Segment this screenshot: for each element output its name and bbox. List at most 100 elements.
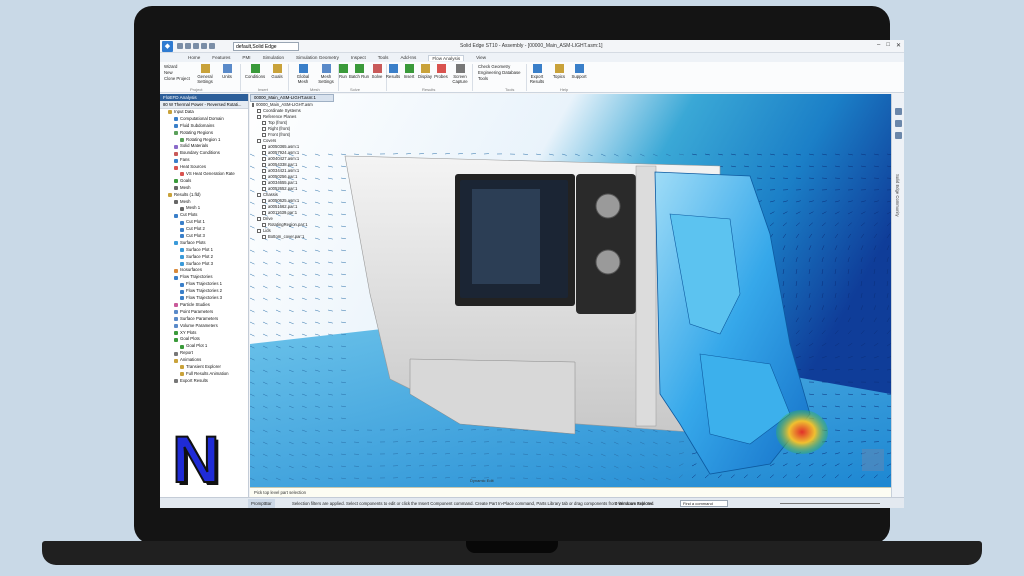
redo-icon[interactable] bbox=[201, 43, 207, 49]
tree-item[interactable]: Fluid Subdomains bbox=[160, 123, 248, 130]
checkbox-icon[interactable] bbox=[262, 133, 266, 137]
tab-tools[interactable]: Tools bbox=[378, 55, 389, 60]
undo-icon[interactable] bbox=[193, 43, 199, 49]
open-icon[interactable] bbox=[185, 43, 191, 49]
tree-item[interactable]: Heat Sources bbox=[160, 164, 248, 171]
tree-item[interactable]: Mesh bbox=[160, 199, 248, 206]
tab-add-ins[interactable]: Add-Ins bbox=[400, 55, 416, 60]
tab-inspect[interactable]: Inspect bbox=[351, 55, 366, 60]
zoom-slider[interactable] bbox=[780, 503, 880, 504]
tree-item[interactable]: Surface Plot 1 bbox=[160, 247, 248, 254]
solid-edge-logo-icon[interactable]: ◆ bbox=[162, 40, 173, 52]
checkbox-icon[interactable] bbox=[257, 139, 261, 143]
tree-item[interactable]: Particle Studies bbox=[160, 302, 248, 309]
tree-item[interactable]: Computational Domain bbox=[160, 116, 248, 123]
tree-item[interactable]: Solid Materials bbox=[160, 143, 248, 150]
maximize-icon[interactable]: □ bbox=[886, 42, 890, 49]
tree-item[interactable]: Flow Trajectories bbox=[160, 274, 248, 281]
tree-item[interactable]: Rotating Regions bbox=[160, 130, 248, 137]
engineering-database-button[interactable]: Engineering Database bbox=[478, 70, 521, 76]
tree-item[interactable]: Flow Trajectories 2 bbox=[160, 288, 248, 295]
tree-item[interactable]: Animations bbox=[160, 357, 248, 364]
tree-item[interactable]: Results (1.fld) bbox=[160, 192, 248, 199]
checkbox-icon[interactable] bbox=[262, 211, 266, 215]
checkbox-icon[interactable] bbox=[262, 187, 266, 191]
tools-menu-button[interactable]: Tools bbox=[478, 76, 488, 82]
tree-item[interactable]: Surface Parameters bbox=[160, 316, 248, 323]
tree-item[interactable]: Input Data bbox=[160, 109, 248, 116]
tree-item[interactable]: VS Heat Generation Rate bbox=[160, 171, 248, 178]
checkbox-icon[interactable] bbox=[252, 103, 254, 107]
tree-item[interactable]: Boundary Conditions bbox=[160, 150, 248, 157]
new-project-button[interactable]: New bbox=[164, 70, 173, 76]
export-results-button[interactable]: Export Results bbox=[526, 64, 548, 84]
document-tab[interactable]: 00000_Main_ASM-LIGHT.asm:1 bbox=[250, 94, 334, 102]
topics-button[interactable]: Topics bbox=[548, 64, 570, 79]
checkbox-icon[interactable] bbox=[257, 217, 261, 221]
checkbox-icon[interactable] bbox=[257, 193, 261, 197]
tree-item[interactable]: Cut Plots bbox=[160, 212, 248, 219]
tree-item[interactable]: Rotating Region 1 bbox=[160, 137, 248, 144]
wizard-button[interactable]: Wizard bbox=[164, 64, 177, 70]
tree-item[interactable]: Goal Plots bbox=[160, 336, 248, 343]
checkbox-icon[interactable] bbox=[257, 115, 261, 119]
global-mesh-button[interactable]: Global Mesh bbox=[292, 64, 314, 84]
environment-select[interactable]: default,Solid Edge bbox=[233, 41, 299, 51]
checkbox-icon[interactable] bbox=[257, 109, 261, 113]
checkbox-icon[interactable] bbox=[262, 163, 266, 167]
support-button[interactable]: Support bbox=[568, 64, 590, 79]
checkbox-icon[interactable] bbox=[262, 181, 266, 185]
tab-features[interactable]: Features bbox=[212, 55, 230, 60]
tree-item[interactable]: Flow Trajectories 3 bbox=[160, 295, 248, 302]
tree-item[interactable]: Cut Plot 3 bbox=[160, 233, 248, 240]
graphics-viewport[interactable]: 00000_Main_ASM-LIGHT.asm:1 00000_Main_AS… bbox=[250, 94, 891, 487]
tree-item[interactable]: Fans bbox=[160, 157, 248, 164]
minimize-icon[interactable]: – bbox=[877, 42, 880, 49]
tab-simulation[interactable]: Simulation bbox=[263, 55, 284, 60]
checkbox-icon[interactable] bbox=[262, 199, 266, 203]
close-icon[interactable]: ✕ bbox=[896, 42, 901, 49]
checkbox-icon[interactable] bbox=[262, 169, 266, 173]
clone-project-button[interactable]: Clone Project bbox=[164, 76, 190, 82]
tree-item[interactable]: Cut Plot 1 bbox=[160, 219, 248, 226]
checkbox-icon[interactable] bbox=[262, 175, 266, 179]
tree-item[interactable]: Report bbox=[160, 350, 248, 357]
checkbox-icon[interactable] bbox=[262, 121, 266, 125]
find-command-input[interactable]: Find a command bbox=[680, 500, 728, 507]
tab-simulation-geometry[interactable]: Simulation Geometry bbox=[296, 55, 339, 60]
prompt-bar-tag[interactable]: PromptBar bbox=[248, 499, 275, 508]
tab-flow-analysis[interactable]: Flow Analysis bbox=[428, 54, 465, 61]
checkbox-icon[interactable] bbox=[262, 205, 266, 209]
conditions-button[interactable]: Conditions bbox=[244, 64, 266, 79]
tree-item[interactable]: Surface Plots bbox=[160, 240, 248, 247]
units-button[interactable]: Units bbox=[216, 64, 238, 79]
tree-item[interactable]: Point Parameters bbox=[160, 309, 248, 316]
tab-view[interactable]: View bbox=[476, 55, 486, 60]
tab-pmi[interactable]: PMI bbox=[242, 55, 250, 60]
checkbox-icon[interactable] bbox=[262, 223, 266, 227]
tree-item[interactable]: Transient Explorer bbox=[160, 364, 248, 371]
panel-layers-icon[interactable] bbox=[895, 132, 902, 139]
tree-item[interactable]: Mesh bbox=[160, 185, 248, 192]
tree-item[interactable]: Volume Parameters bbox=[160, 323, 248, 330]
tree-item[interactable]: Goals bbox=[160, 178, 248, 185]
tree-item[interactable]: Isosurfaces bbox=[160, 267, 248, 274]
checkbox-icon[interactable] bbox=[262, 157, 266, 161]
tree-item[interactable]: Goal Plot 1 bbox=[160, 343, 248, 350]
checkbox-icon[interactable] bbox=[257, 229, 261, 233]
checkbox-icon[interactable] bbox=[262, 145, 266, 149]
tree-item[interactable]: Surface Plot 3 bbox=[160, 261, 248, 268]
screen-capture-button[interactable]: Screen Capture bbox=[449, 64, 471, 84]
community-tab[interactable]: Solid Edge Community bbox=[895, 174, 900, 217]
tree-item[interactable]: Surface Plot 2 bbox=[160, 254, 248, 261]
goals-button[interactable]: Goals bbox=[266, 64, 288, 79]
tree-item[interactable]: Export Results bbox=[160, 378, 248, 385]
checkbox-icon[interactable] bbox=[262, 235, 266, 239]
tree-item[interactable]: XY Plots bbox=[160, 330, 248, 337]
tree-item[interactable]: Cut Plot 2 bbox=[160, 226, 248, 233]
tab-home[interactable]: Home bbox=[188, 55, 200, 60]
tree-item[interactable]: Mesh 1 bbox=[160, 205, 248, 212]
checkbox-icon[interactable] bbox=[262, 151, 266, 155]
project-name[interactable]: 80 W Thermal Power - Reversed Rotati... bbox=[160, 101, 248, 109]
save-icon[interactable] bbox=[177, 43, 183, 49]
